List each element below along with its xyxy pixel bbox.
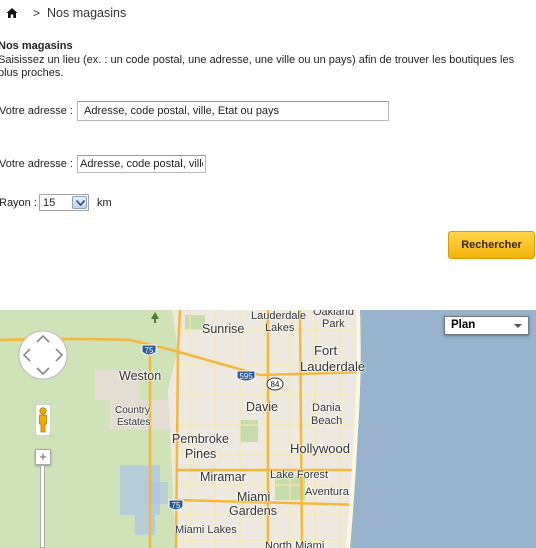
map-label-davie: Davie [246, 400, 278, 414]
map-label-miramar: Miramar [200, 470, 246, 484]
us-84-shield: 84 [266, 377, 284, 391]
map-label-country-estates-1: Country [115, 405, 151, 416]
map-label-fort-lauderdale-2: Lauderdale [300, 359, 366, 374]
radius-select-value: 15 [43, 196, 56, 209]
park-marker-icon [151, 312, 159, 323]
map-label-miami-gardens-1: Miami [237, 490, 271, 504]
shield-label: 75 [145, 346, 154, 355]
zoom-in-button[interactable]: + [35, 449, 51, 465]
map-view[interactable]: 75 595 84 75 Sunrise Lauderdale Lakes Oa… [0, 310, 536, 548]
map-label-oakland-park-2: Park [322, 318, 345, 330]
map-label-lauderdale-lakes-1: Lauderdale [251, 310, 307, 322]
chevron-down-icon[interactable] [72, 196, 87, 209]
map-type-select[interactable]: Plan [444, 316, 529, 335]
address-input-1[interactable] [77, 101, 389, 121]
shield-label: 84 [271, 380, 280, 389]
interstate-595-shield: 595 [236, 370, 256, 382]
map-label-dania-beach-1: Dania [312, 402, 341, 414]
radius-label: Rayon : [0, 197, 37, 209]
map-label-pembroke-pines-2: Pines [185, 447, 217, 461]
map-label-oakland-park-1: Oakland [313, 310, 354, 318]
map-label-aventura: Aventura [305, 486, 349, 498]
search-button[interactable]: Rechercher [448, 231, 535, 259]
radius-unit: km [97, 197, 112, 209]
interstate-75-south-shield: 75 [168, 499, 184, 511]
address-label-2: Votre adresse : [0, 158, 73, 170]
interstate-75-north-shield: 75 [141, 344, 157, 356]
map-label-fort-lauderdale-1: Fort [314, 343, 338, 358]
map-label-miami-gardens-2: Gardens [229, 504, 277, 518]
breadcrumb-separator: > [33, 6, 41, 20]
map-label-hollywood: Hollywood [290, 441, 350, 456]
map-type-value: Plan [451, 319, 476, 331]
section-title: Nos magasins [0, 40, 73, 52]
address-input-2[interactable] [77, 155, 206, 173]
chevron-down-icon [514, 324, 522, 328]
map-label-weston: Weston [119, 369, 162, 383]
shield-label: 595 [239, 372, 253, 381]
map-label-north-miami: North Miami [265, 540, 325, 548]
map-label-lake-forest: Lake Forest [270, 469, 329, 481]
home-icon[interactable] [6, 7, 18, 19]
breadcrumb: > Nos magasins [6, 4, 126, 22]
map-pan-control[interactable] [18, 330, 68, 380]
map-label-sunrise: Sunrise [202, 322, 245, 336]
map-label-dania-beach-2: Beach [311, 415, 343, 427]
address-label-1: Votre adresse : [0, 105, 73, 117]
shield-label: 75 [172, 501, 181, 510]
zoom-slider-track[interactable] [40, 466, 45, 548]
section-description: Saisissez un lieu (ex. : un code postal,… [0, 54, 515, 79]
map-label-miami-lakes: Miami Lakes [175, 524, 237, 536]
map-label-lauderdale-lakes-2: Lakes [265, 322, 295, 334]
radius-select[interactable]: 15 [39, 194, 89, 211]
map-label-country-estates-2: Estates [117, 417, 151, 428]
street-view-pegman-icon[interactable] [34, 403, 52, 437]
breadcrumb-current: Nos magasins [47, 6, 127, 20]
map-label-pembroke-pines-1: Pembroke [172, 432, 229, 446]
